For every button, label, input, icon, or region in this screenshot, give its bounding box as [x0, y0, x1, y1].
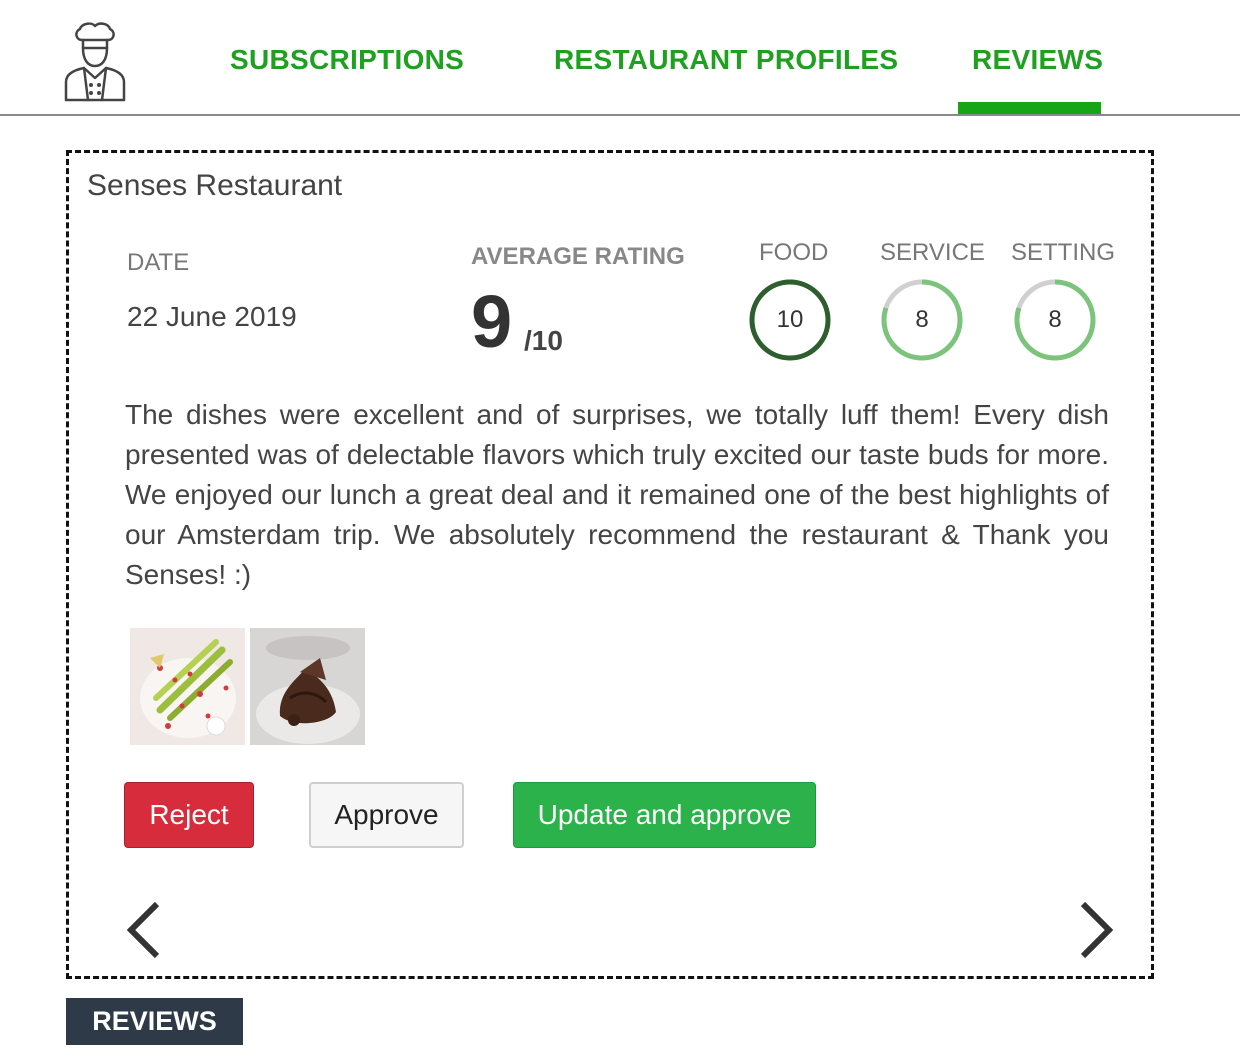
- date-label: DATE: [127, 249, 190, 276]
- top-nav: SUBSCRIPTIONS RESTAURANT PROFILES REVIEW…: [0, 0, 1240, 116]
- asparagus-dish-photo[interactable]: [130, 628, 245, 745]
- active-tab-indicator: [958, 102, 1101, 114]
- average-rating-value: 9: [471, 280, 513, 363]
- date-value: 22 June 2019: [127, 301, 297, 332]
- update-and-approve-button[interactable]: Update and approve: [513, 782, 816, 848]
- setting-score-label: SETTING: [1011, 239, 1116, 266]
- setting-score-value: 8: [1048, 306, 1062, 333]
- reviews-caption: REVIEWS: [66, 998, 243, 1045]
- average-rating-denominator: /10: [524, 325, 563, 356]
- chef-logo-icon[interactable]: [58, 22, 132, 102]
- restaurant-name: Senses Restaurant: [87, 169, 343, 202]
- food-score-label: FOOD: [759, 239, 829, 266]
- chevron-right-icon[interactable]: [1073, 898, 1117, 962]
- service-score-label: SERVICE: [880, 239, 985, 266]
- approve-button[interactable]: Approve: [309, 782, 464, 848]
- service-score-ring: 8: [879, 277, 965, 363]
- food-score-value: 10: [776, 306, 804, 333]
- service-score-value: 8: [915, 306, 929, 333]
- average-rating-label: AVERAGE RATING: [471, 243, 685, 270]
- tab-restaurant-profiles[interactable]: RESTAURANT PROFILES: [554, 44, 898, 76]
- review-text: The dishes were excellent and of surpris…: [125, 399, 1109, 590]
- reject-button[interactable]: Reject: [124, 782, 254, 848]
- setting-score-ring: 8: [1012, 277, 1098, 363]
- chevron-left-icon[interactable]: [123, 898, 167, 962]
- food-score-ring: 10: [747, 277, 833, 363]
- review-card: Senses Restaurant DATE 22 June 2019 AVER…: [66, 150, 1154, 979]
- tab-subscriptions[interactable]: SUBSCRIPTIONS: [230, 44, 464, 76]
- tab-reviews[interactable]: REVIEWS: [972, 44, 1103, 76]
- chocolate-dessert-photo[interactable]: [250, 628, 365, 745]
